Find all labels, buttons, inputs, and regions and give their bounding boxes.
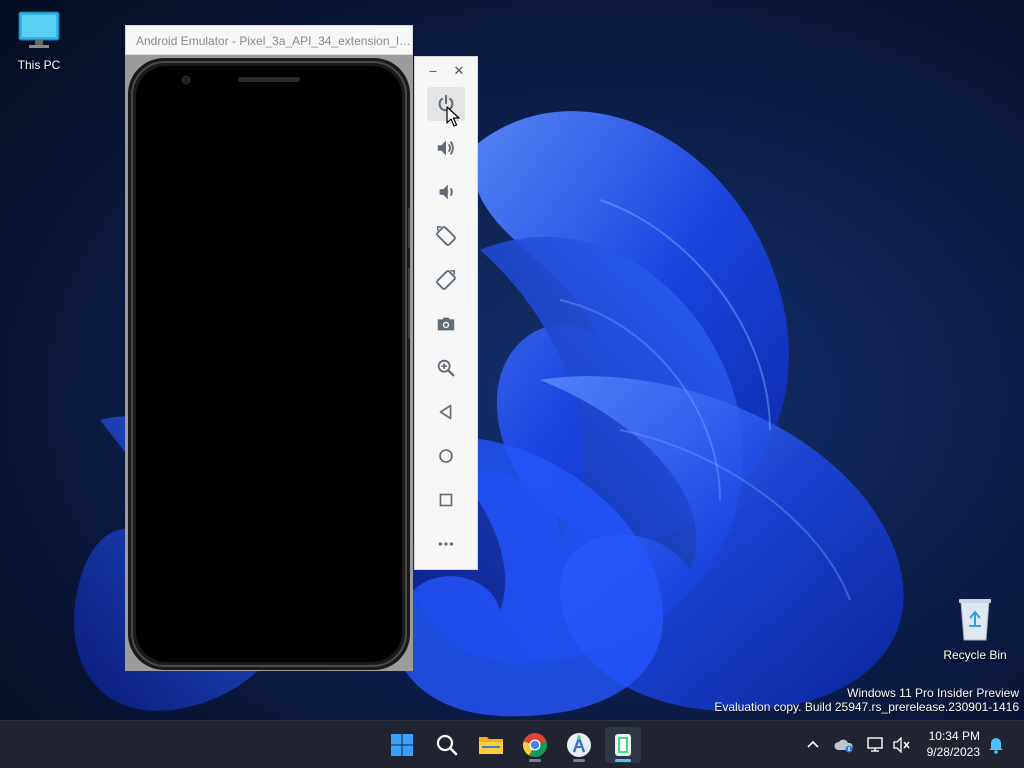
emulator-taskbar-button[interactable] — [605, 727, 641, 763]
bell-icon — [989, 738, 1003, 754]
zoom-in-icon — [437, 359, 455, 377]
desktop-icon-recycle-bin[interactable]: Recycle Bin — [935, 596, 1015, 662]
desktop-icon-label: This PC — [17, 58, 61, 72]
volume-up-icon — [437, 140, 454, 156]
chevron-up-icon — [807, 740, 819, 748]
power-icon — [438, 94, 454, 112]
home-icon — [439, 449, 453, 463]
running-indicator — [529, 759, 541, 762]
chrome-button[interactable] — [517, 727, 553, 763]
rotate-right-button[interactable] — [427, 263, 465, 297]
file-explorer-button[interactable] — [473, 727, 509, 763]
desktop-icon-this-pc[interactable]: This PC — [0, 10, 79, 72]
start-button[interactable] — [384, 727, 420, 763]
more-button[interactable] — [427, 527, 465, 561]
notification-button[interactable] — [986, 735, 1006, 755]
network-icon — [867, 737, 883, 752]
clock-time: 10:34 PM — [928, 729, 980, 743]
volume-down-button[interactable] — [427, 175, 465, 209]
volume-up-button[interactable] — [427, 131, 465, 165]
zoom-button[interactable] — [427, 351, 465, 385]
overview-button[interactable] — [427, 483, 465, 517]
taskbar: 10:34 PM 9/28/2023 — [0, 720, 1024, 768]
recycle-bin-icon — [959, 599, 991, 641]
running-indicator — [573, 759, 585, 762]
rotate-right-icon — [436, 270, 456, 290]
clock-date: 9/28/2023 — [926, 745, 980, 759]
emulator-toolbar: – ✕ — [414, 56, 478, 570]
volume-tray-button[interactable] — [892, 735, 912, 755]
search-button[interactable] — [429, 727, 465, 763]
back-button[interactable] — [427, 395, 465, 429]
system-clock[interactable]: 10:34 PM 9/28/2023 — [927, 728, 980, 760]
emulator-icon — [615, 734, 631, 756]
start-icon — [391, 734, 413, 756]
home-button[interactable] — [427, 439, 465, 473]
file-explorer-icon — [479, 737, 503, 754]
volume-down-icon — [439, 184, 453, 200]
desktop-icon-label: Recycle Bin — [943, 648, 1007, 662]
toolbar-close-button[interactable]: ✕ — [451, 63, 467, 79]
android-studio-icon — [567, 733, 591, 757]
active-indicator — [615, 759, 631, 762]
volume-muted-icon — [893, 737, 910, 753]
back-icon — [439, 404, 452, 420]
search-icon — [436, 734, 458, 756]
toolbar-minimize-button[interactable]: – — [425, 63, 441, 79]
computer-icon — [18, 11, 60, 48]
rotate-left-icon — [436, 226, 456, 246]
onedrive-icon — [834, 739, 853, 753]
onedrive-tray-button[interactable] — [834, 735, 854, 755]
more-icon — [438, 542, 454, 546]
windows-watermark: Windows 11 Pro Insider Preview Evaluatio… — [714, 686, 1019, 714]
phone-frame[interactable] — [128, 58, 410, 670]
watermark-line-1: Windows 11 Pro Insider Preview — [847, 686, 1019, 700]
overview-icon — [439, 493, 453, 507]
network-tray-button[interactable] — [866, 735, 886, 755]
watermark-line-2: Evaluation copy. Build 25947.rs_prerelea… — [714, 700, 1019, 714]
show-hidden-icons-button[interactable] — [803, 735, 823, 755]
screenshot-button[interactable] — [427, 307, 465, 341]
emulator-window[interactable]: Android Emulator - Pixel_3a_API_34_exten… — [125, 25, 413, 671]
camera-icon — [437, 317, 455, 331]
rotate-left-button[interactable] — [427, 219, 465, 253]
chrome-icon — [523, 733, 547, 757]
emulator-title[interactable]: Android Emulator - Pixel_3a_API_34_exten… — [125, 25, 413, 55]
power-button[interactable] — [427, 87, 465, 121]
android-studio-button[interactable] — [561, 727, 597, 763]
